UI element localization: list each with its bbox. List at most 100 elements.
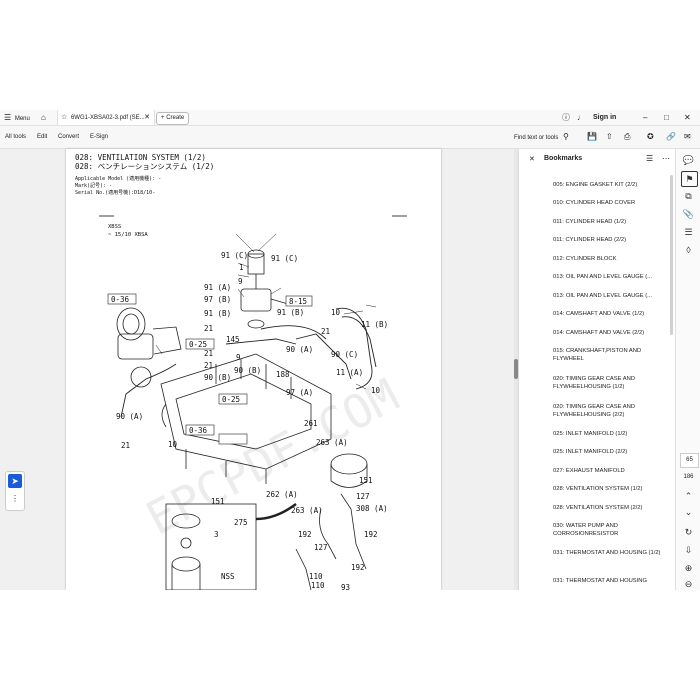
model-xbss: XBSS bbox=[108, 224, 121, 230]
part-label: 90 (A) bbox=[286, 345, 313, 354]
page-title-en: 028: VENTILATION SYSTEM (1/2) bbox=[75, 153, 206, 162]
part-label: 0-36 bbox=[111, 295, 130, 304]
part-label: 21 bbox=[121, 441, 130, 450]
bookmark-options-icon[interactable]: ☰ bbox=[646, 154, 653, 163]
page-title-jp: 028: ベンチレーションシステム (1/2) bbox=[75, 162, 214, 171]
top-bar: ☰ Menu ⌂ ☆ 6WG1-XBSA02-3.pdf (SE... ✕ + … bbox=[0, 110, 700, 126]
bookmark-item[interactable]: 015: CRANKSHAFT,PISTON AND FLYWHEEL bbox=[553, 347, 663, 363]
bookmark-item[interactable]: 013: OIL PAN AND LEVEL GAUGE (... bbox=[553, 292, 663, 300]
part-label: 263 (A) bbox=[291, 506, 323, 515]
search-icon: ⚲ bbox=[563, 132, 569, 141]
file-tab[interactable]: ☆ 6WG1-XBSA02-3.pdf (SE... ✕ bbox=[57, 110, 155, 125]
part-label: 10 bbox=[168, 440, 178, 449]
page-down-icon[interactable]: ⌄ bbox=[681, 505, 696, 519]
attachment-icon[interactable]: 📎 bbox=[681, 207, 696, 221]
download-icon[interactable]: ⇩ bbox=[681, 543, 696, 557]
bookmark-item[interactable]: 020: TIMING GEAR CASE AND FLYWHEELHOUSIN… bbox=[553, 403, 663, 419]
accessibility-icon[interactable]: ◊ bbox=[681, 243, 696, 257]
layers-icon[interactable]: ☰ bbox=[681, 225, 696, 239]
bookmark-item[interactable]: 011: CYLINDER HEAD (2/2) bbox=[553, 236, 663, 244]
bookmark-item[interactable]: 028: VENTILATION SYSTEM (2/2) bbox=[553, 504, 663, 512]
part-label: 3 bbox=[214, 530, 219, 539]
bookmark-item[interactable]: 025: INLET MANIFOLD (2/2) bbox=[553, 448, 663, 456]
mark-text: Mark(記号): - bbox=[75, 182, 112, 189]
bookmark-item[interactable]: 010: CYLINDER HEAD COVER bbox=[553, 199, 663, 207]
part-label: 9 bbox=[238, 277, 243, 286]
part-label: 127 bbox=[356, 492, 370, 501]
convert-button[interactable]: Convert bbox=[58, 126, 79, 148]
bookmark-item[interactable]: 031: THERMOSTAT AND HOUSING bbox=[553, 577, 663, 585]
link-icon[interactable]: 🔗 bbox=[666, 126, 676, 148]
zoom-in-icon[interactable]: ⊕ bbox=[681, 561, 696, 575]
bookmark-item[interactable]: 011: CYLINDER HEAD (1/2) bbox=[553, 218, 663, 226]
plus-icon: + bbox=[161, 115, 165, 121]
document-area[interactable]: 028: VENTILATION SYSTEM (1/2) 028: ベンチレー… bbox=[0, 149, 515, 590]
menu-button[interactable]: ☰ Menu bbox=[4, 110, 30, 125]
part-label: 97 (B) bbox=[204, 295, 231, 304]
pages-icon[interactable]: ⧉ bbox=[681, 189, 696, 203]
current-page[interactable]: 65 bbox=[680, 453, 699, 468]
all-tools-button[interactable]: All tools bbox=[5, 126, 26, 148]
minimize-icon[interactable]: – bbox=[643, 110, 647, 125]
edit-button[interactable]: Edit bbox=[37, 126, 47, 148]
part-label: 151 bbox=[359, 476, 373, 485]
bookmark-item[interactable]: 028: VENTILATION SYSTEM (1/2) bbox=[553, 485, 663, 493]
more-icon[interactable]: ⋯ bbox=[662, 154, 670, 163]
print-icon[interactable]: ⎙ bbox=[624, 126, 630, 148]
watermark: EPCPDF.COM bbox=[137, 368, 407, 546]
bookmarks-title: Bookmarks bbox=[544, 155, 583, 162]
parts-diagram: 028: VENTILATION SYSTEM (1/2) 028: ベンチレー… bbox=[75, 153, 407, 590]
part-label: 11 (B) bbox=[361, 320, 388, 329]
bookmarks-scrollbar[interactable] bbox=[670, 175, 674, 590]
find-label: Find text or tools bbox=[514, 135, 559, 141]
bookmark-item[interactable]: 013: OIL PAN AND LEVEL GAUGE (... bbox=[553, 273, 663, 281]
bookmark-item[interactable]: 014: CAMSHAFT AND VALVE (2/2) bbox=[553, 329, 663, 337]
bookmark-item[interactable]: 027: EXHAUST MANIFOLD bbox=[553, 467, 663, 475]
part-label: 261 bbox=[304, 419, 318, 428]
bookmark-item[interactable]: 020: TIMING GEAR CASE AND FLYWHEELHOUSIN… bbox=[553, 375, 663, 391]
bookmark-item[interactable]: 025: INLET MANIFOLD (1/2) bbox=[553, 430, 663, 438]
find-button[interactable]: Find text or tools ⚲ bbox=[514, 126, 569, 148]
page-up-icon[interactable]: ⌃ bbox=[681, 489, 696, 503]
zoom-out-icon[interactable]: ⊖ bbox=[681, 577, 696, 590]
more-tools-icon[interactable]: ⋮ bbox=[11, 494, 19, 503]
create-button[interactable]: + Create bbox=[156, 112, 190, 125]
part-label: 0-25 bbox=[222, 395, 240, 404]
ai-assistant-icon[interactable]: ✪ bbox=[647, 126, 654, 148]
bookmark-list: 005: ENGINE GASKET KIT (2/2) 010: CYLIND… bbox=[519, 175, 669, 590]
pdf-page[interactable]: 028: VENTILATION SYSTEM (1/2) 028: ベンチレー… bbox=[66, 149, 441, 590]
comment-icon[interactable]: 💬 bbox=[681, 153, 696, 167]
part-label: 0-25 bbox=[189, 340, 207, 349]
bookmarks-scroll-thumb[interactable] bbox=[670, 175, 673, 335]
save-icon[interactable]: 💾 bbox=[587, 126, 597, 148]
close-panel-icon[interactable]: ✕ bbox=[529, 155, 535, 163]
part-label: 10 bbox=[331, 308, 341, 317]
bookmark-item[interactable]: 030: WATER PUMP AND CORROSIONRESISTOR bbox=[553, 522, 663, 538]
close-tab-icon[interactable]: ✕ bbox=[144, 110, 150, 125]
bookmark-item[interactable]: 031: THERMOSTAT AND HOUSING (1/2) bbox=[553, 549, 663, 557]
bell-icon[interactable]: ♩ bbox=[577, 110, 585, 125]
bookmark-item[interactable]: 005: ENGINE GASKET KIT (2/2) bbox=[553, 181, 663, 189]
bookmark-item[interactable]: 012: CYLINDER BLOCK bbox=[553, 255, 663, 263]
esign-button[interactable]: E-Sign bbox=[90, 126, 108, 148]
star-icon[interactable]: ☆ bbox=[61, 114, 67, 121]
maximize-icon[interactable]: □ bbox=[664, 110, 669, 125]
part-label: 21 bbox=[321, 327, 330, 336]
upload-icon[interactable]: ⇧ bbox=[606, 126, 613, 148]
close-window-icon[interactable]: ✕ bbox=[684, 110, 691, 125]
sign-in-button[interactable]: Sign in bbox=[593, 110, 616, 125]
part-label: 275 bbox=[234, 518, 248, 527]
bookmark-panel-icon[interactable]: ⚑ bbox=[681, 171, 698, 187]
part-label: 90 (B) bbox=[204, 373, 231, 382]
select-cursor-icon[interactable]: ➤ bbox=[8, 474, 22, 488]
help-icon[interactable]: ⓘ bbox=[562, 110, 570, 125]
part-label: 90 (A) bbox=[116, 412, 143, 421]
right-rail: 💬 ⚑ ⧉ 📎 ☰ ◊ 65 186 ⌃ ⌄ ↻ ⇩ ⊕ ⊖ bbox=[675, 149, 700, 590]
bookmark-item[interactable]: 014: CAMSHAFT AND VALVE (1/2) bbox=[553, 310, 663, 318]
part-label: 151 bbox=[211, 497, 225, 506]
share-icon[interactable]: ✉ bbox=[684, 126, 691, 148]
home-icon[interactable]: ⌂ bbox=[41, 110, 46, 125]
rotate-icon[interactable]: ↻ bbox=[681, 525, 696, 539]
file-tab-label: 6WG1-XBSA02-3.pdf (SE... bbox=[70, 115, 145, 121]
toolbar: All tools Edit Convert E-Sign Find text … bbox=[0, 126, 700, 149]
